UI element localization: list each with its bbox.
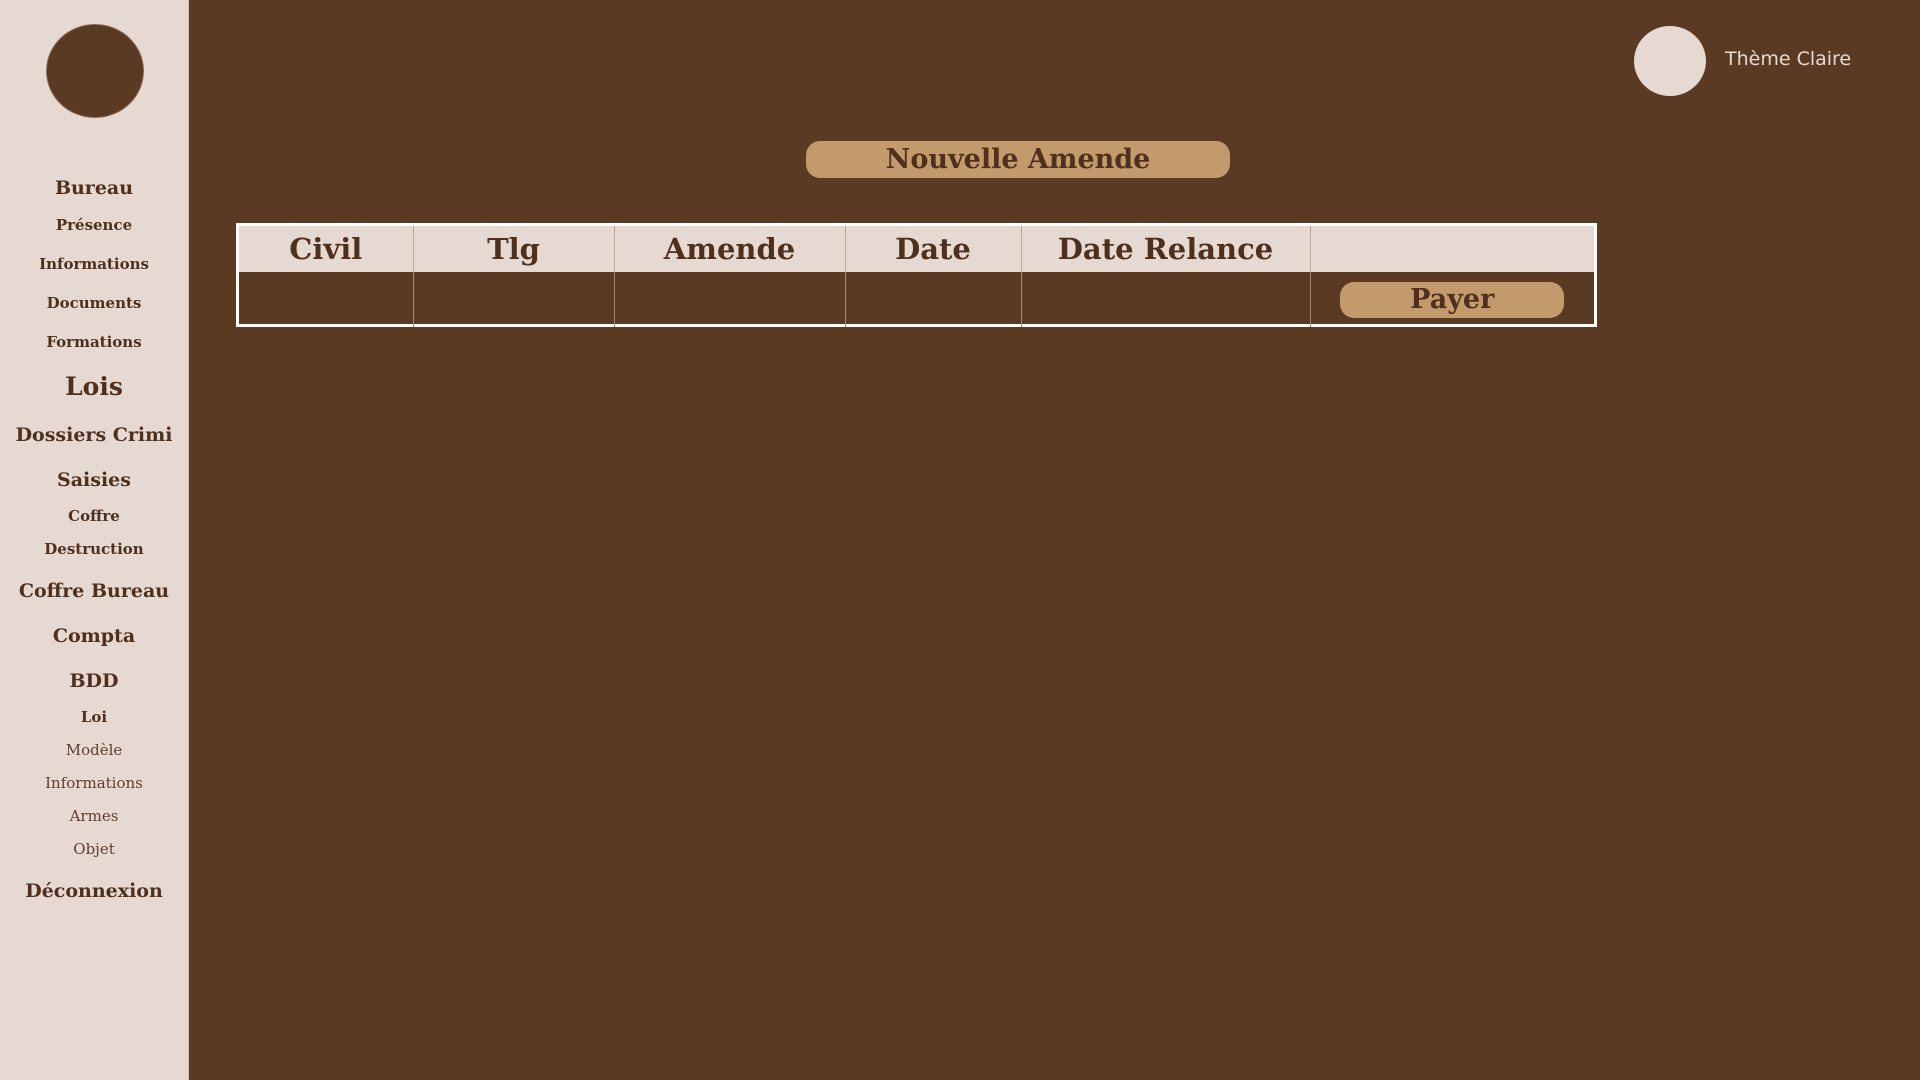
sidebar-item-objet[interactable]: Objet (0, 840, 188, 858)
cell-date (845, 272, 1022, 327)
sidebar-item-coffre-bureau[interactable]: Coffre Bureau (0, 580, 188, 602)
sidebar-item-bdd-informations[interactable]: Informations (0, 774, 188, 792)
sidebar-item-formations[interactable]: Formations (0, 333, 188, 351)
table-header-row: Civil Tlg Amende Date Date Relance (239, 226, 1594, 272)
sidebar-item-informations[interactable]: Informations (0, 255, 188, 273)
table-row: Payer (239, 272, 1594, 327)
sidebar-item-bureau[interactable]: Bureau (0, 177, 188, 199)
cell-civil (239, 272, 414, 327)
sidebar-item-saisies[interactable]: Saisies (0, 469, 188, 491)
sidebar-item-destruction[interactable]: Destruction (0, 540, 188, 558)
column-header-date: Date (845, 226, 1022, 272)
logo (46, 24, 144, 118)
column-header-amende: Amende (614, 226, 846, 272)
cell-amende (614, 272, 846, 327)
sidebar-item-dossiers-crimi[interactable]: Dossiers Crimi (0, 424, 188, 446)
sidebar: Bureau Présence Informations Documents F… (0, 0, 189, 1080)
sidebar-item-compta[interactable]: Compta (0, 625, 188, 647)
fines-table: Civil Tlg Amende Date Date Relance Payer (236, 223, 1597, 327)
sidebar-item-presence[interactable]: Présence (0, 216, 188, 234)
sidebar-item-modele[interactable]: Modèle (0, 741, 188, 759)
sidebar-item-bdd[interactable]: BDD (0, 670, 188, 692)
column-header-actions (1310, 226, 1594, 272)
sidebar-item-lois[interactable]: Lois (0, 372, 188, 401)
cell-actions: Payer (1310, 272, 1594, 327)
sidebar-item-documents[interactable]: Documents (0, 294, 188, 312)
cell-date-relance (1021, 272, 1311, 327)
column-header-date-relance: Date Relance (1021, 226, 1311, 272)
sidebar-item-deconnexion[interactable]: Déconnexion (0, 880, 188, 902)
new-fine-button[interactable]: Nouvelle Amende (806, 141, 1230, 178)
theme-toggle-button[interactable] (1634, 26, 1706, 96)
sidebar-item-armes[interactable]: Armes (0, 807, 188, 825)
pay-button[interactable]: Payer (1340, 281, 1565, 318)
theme-label: Thème Claire (1725, 48, 1852, 70)
cell-tlg (413, 272, 615, 327)
column-header-tlg: Tlg (413, 226, 615, 272)
sidebar-item-coffre[interactable]: Coffre (0, 507, 188, 525)
column-header-civil: Civil (239, 226, 414, 272)
sidebar-item-loi[interactable]: Loi (0, 708, 188, 726)
